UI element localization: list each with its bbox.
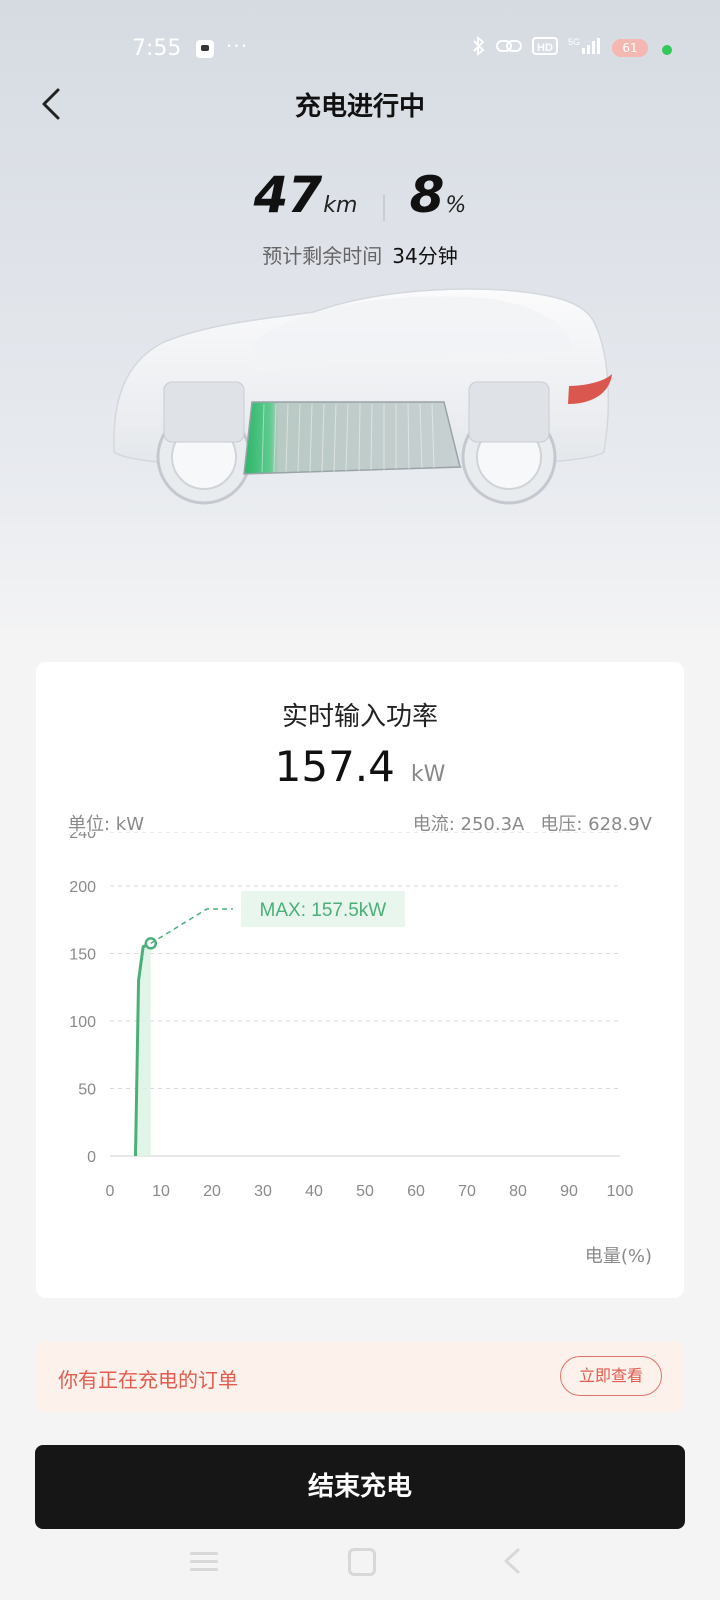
max-label: MAX: 157.5kW	[260, 900, 387, 921]
front-wheel	[156, 381, 252, 505]
power-value: 157.4	[274, 742, 395, 791]
y-tick-label: 200	[69, 879, 96, 896]
y-tick-label: 100	[69, 1014, 96, 1031]
power-card: 实时输入功率 157.4 kW 单位: kW 电流: 250.3A 电压: 628.…	[36, 662, 684, 1298]
back-icon[interactable]	[500, 1546, 526, 1576]
range-value: 47	[253, 166, 323, 224]
more-dots-icon: ···	[226, 34, 249, 58]
status-bar: 7:55 ··· HD 5G 61	[0, 28, 720, 72]
x-tick-label: 50	[356, 1183, 374, 1200]
soc-unit: %	[445, 193, 467, 218]
remaining-value: 34分钟	[392, 244, 458, 268]
soc-value: 8	[409, 166, 445, 224]
home-icon[interactable]	[348, 1548, 376, 1576]
svg-text:5G: 5G	[568, 37, 580, 47]
power-chart: 0 50 100 150 200 240 0 10 20 30 40 50 60 70 80 90 100 MAX…	[69, 832, 634, 1200]
charge-stats: 47km 8%	[0, 166, 720, 224]
page-title: 充电进行中	[294, 92, 425, 122]
x-tick-label: 10	[152, 1183, 170, 1200]
power-unit: kW	[410, 762, 446, 787]
system-nav-bar	[0, 1520, 720, 1600]
x-tick-label: 20	[203, 1183, 221, 1200]
x-tick-label: 90	[560, 1183, 578, 1200]
active-dot-icon	[662, 45, 672, 55]
y-tick-label: 50	[78, 1082, 96, 1099]
power-readout: 157.4 kW	[36, 742, 684, 791]
header: 充电进行中	[0, 80, 720, 128]
notification-icon	[196, 40, 214, 58]
order-banner: 你有正在充电的订单 立即查看	[36, 1342, 684, 1412]
view-order-button[interactable]: 立即查看	[560, 1356, 662, 1396]
status-time: 7:55	[132, 36, 182, 61]
range-unit: km	[323, 193, 358, 218]
x-tick-label: 0	[106, 1183, 115, 1200]
y-tick-label: 150	[69, 947, 96, 964]
x-axis-label: 电量(%)	[584, 1246, 652, 1267]
rear-wheel	[461, 381, 557, 505]
remaining-time: 预计剩余时间 34分钟	[0, 240, 720, 269]
order-banner-text: 你有正在充电的订单	[58, 1368, 238, 1392]
stats-divider	[382, 194, 385, 221]
power-card-title: 实时输入功率	[281, 702, 438, 732]
link-icon	[496, 37, 522, 59]
5g-signal-icon: 5G	[568, 36, 602, 60]
x-tick-label: 80	[509, 1183, 527, 1200]
x-tick-label: 40	[305, 1183, 323, 1200]
y-tick-label: 0	[87, 1149, 96, 1166]
end-charging-button[interactable]: 结束充电	[35, 1445, 685, 1529]
svg-text:HD: HD	[537, 42, 553, 54]
x-tick-label: 60	[407, 1183, 425, 1200]
y-tick-label: 240	[69, 832, 96, 842]
x-tick-label: 100	[607, 1183, 634, 1200]
battery-icon: 61	[612, 39, 648, 57]
bluetooth-icon	[472, 35, 486, 60]
x-tick-label: 30	[254, 1183, 272, 1200]
x-tick-label: 70	[458, 1183, 476, 1200]
hd-icon: HD	[532, 37, 558, 59]
status-icons: HD 5G 61	[472, 35, 672, 60]
remaining-label: 预计剩余时间	[262, 244, 383, 268]
max-leader-line	[150, 908, 233, 945]
menu-icon[interactable]	[190, 1552, 218, 1572]
car-battery-illustration	[104, 282, 624, 522]
